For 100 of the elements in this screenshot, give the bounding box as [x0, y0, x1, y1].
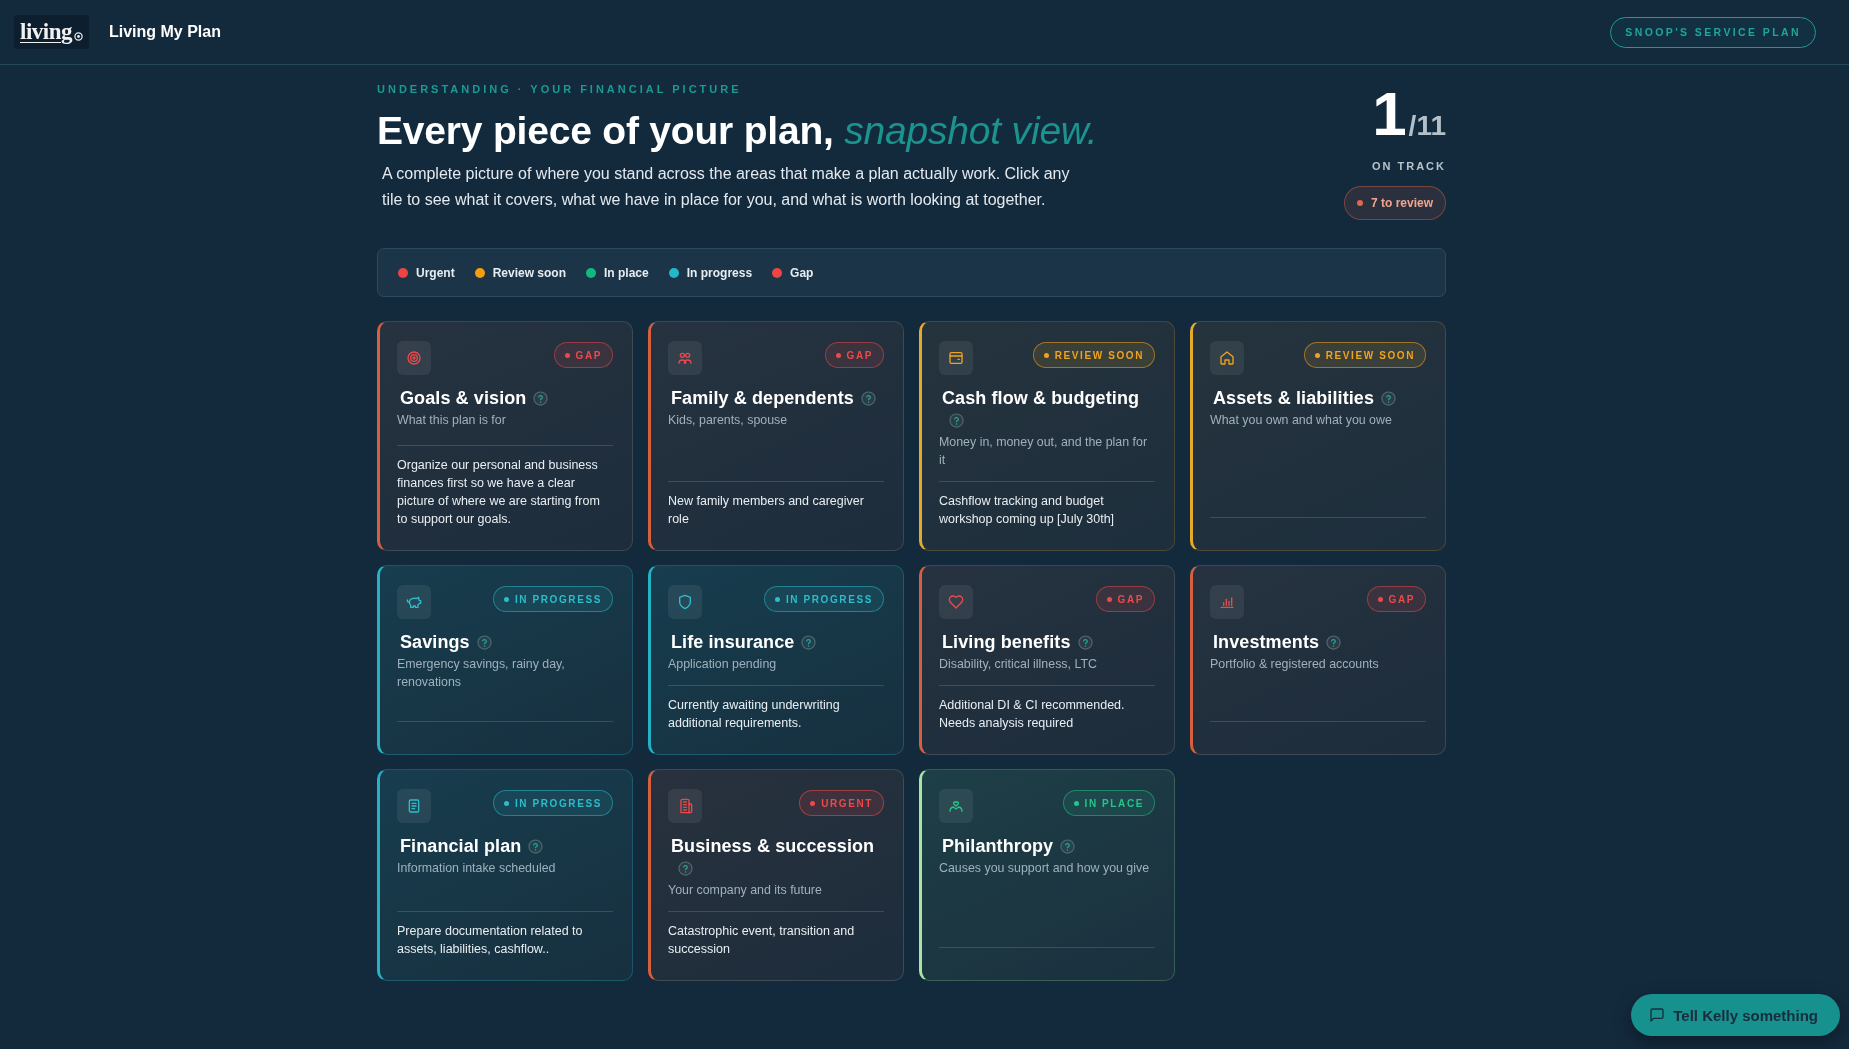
legend-label: Review soon — [492, 265, 567, 280]
tile-note: Cashflow tracking and budget workshop coming up [July 30th] — [939, 493, 1116, 528]
review-button[interactable]: 7 to review — [1343, 186, 1446, 220]
plan-tile[interactable]: REVIEW SOON Cash flow & budgeting Money in, money out, and the plan for it Cashflow tracking and budget workshop coming up [July 30th] — [919, 321, 1175, 551]
help-icon[interactable] — [1060, 839, 1076, 854]
target-icon — [397, 341, 431, 375]
help-icon[interactable] — [1381, 391, 1397, 406]
plan-tile[interactable]: IN PLACE Philanthropy Causes you support and how you give — [919, 769, 1175, 981]
legend-label: In place — [604, 265, 649, 280]
page-headline: Every piece of your plan, snapshot view. — [377, 108, 1098, 154]
house-icon — [1210, 341, 1244, 375]
status-label: URGENT — [821, 797, 873, 809]
tile-subtitle: Kids, parents, spouse — [668, 412, 789, 429]
shield-icon — [668, 585, 702, 619]
status-label: GAP — [1388, 593, 1415, 605]
status-dot-icon — [1314, 352, 1320, 358]
tile-note: Additional DI & CI recommended. Needs analysis required — [939, 697, 1126, 732]
status-dot-icon — [835, 352, 841, 358]
tile-subtitle: Information intake scheduled — [397, 860, 557, 877]
tile-title: Financial plan — [400, 836, 522, 856]
help-icon[interactable] — [949, 413, 964, 428]
status-dot-icon — [1377, 596, 1383, 602]
piggy-bank-icon — [397, 585, 431, 619]
tile-subtitle: What this plan is for — [397, 412, 507, 429]
document-icon — [397, 789, 431, 823]
help-icon[interactable] — [860, 391, 876, 406]
building-icon — [668, 789, 702, 823]
tile-title: Goals & vision — [400, 388, 527, 408]
tile-note: Currently awaiting underwriting additional requirements. — [668, 697, 841, 732]
status-label: IN PROGRESS — [514, 593, 602, 605]
plan-tile[interactable]: IN PROGRESS Financial plan Information intake scheduled Prepare documentation related to assets, liabilities, cashflow.. — [377, 769, 633, 981]
on-track-label: ON TRACK — [1371, 160, 1446, 172]
app-title: Living My Plan — [108, 23, 221, 41]
status-dot-icon — [1106, 596, 1112, 602]
tile-subtitle: Disability, critical illness, LTC — [939, 656, 1098, 673]
legend-label: In progress — [686, 265, 753, 280]
tile-title: Life insurance — [671, 632, 795, 652]
on-track-count: 1 — [1372, 86, 1407, 142]
tile-title: Investments — [1213, 632, 1320, 652]
tile-subtitle: Your company and its future — [668, 882, 823, 899]
status-label: REVIEW SOON — [1325, 349, 1415, 361]
status-dot-icon — [503, 800, 509, 806]
plan-tile[interactable]: IN PROGRESS Savings Emergency savings, rainy day, renovations — [377, 565, 633, 755]
people-icon — [668, 341, 702, 375]
plan-tile[interactable]: GAP Goals & vision What this plan is for Organize our personal and business finances first so we have a clear picture of where we are starting from to support our goals. — [377, 321, 633, 551]
plan-tile[interactable]: GAP Investments Portfolio & registered accounts — [1190, 565, 1446, 755]
status-label: IN PROGRESS — [514, 797, 602, 809]
tile-title: Cash flow & budgeting — [942, 388, 1140, 408]
tile-title: Family & dependents — [671, 388, 854, 408]
help-icon[interactable] — [476, 635, 492, 650]
tile-subtitle: Money in, money out, and the plan for it — [939, 434, 1148, 469]
help-icon[interactable] — [1326, 635, 1342, 650]
status-dot-icon — [503, 596, 509, 602]
tile-title: Living benefits — [942, 632, 1071, 652]
tile-subtitle: Application pending — [668, 656, 778, 673]
tile-subtitle: Causes you support and how you give — [939, 860, 1151, 877]
logo-text: living — [20, 19, 72, 45]
eyebrow-text: UNDERSTANDING · YOUR FINANCIAL PICTURE — [377, 82, 743, 96]
help-icon[interactable] — [801, 635, 817, 650]
tile-title: Business & succession — [671, 836, 875, 856]
logo-mark-icon — [73, 31, 83, 41]
feedback-button[interactable]: Tell Kelly something — [1631, 994, 1840, 1036]
tile-title: Philanthropy — [942, 836, 1054, 856]
total-count: /11 — [1408, 109, 1446, 143]
status-dot-icon — [1356, 200, 1363, 206]
plan-tile[interactable]: IN PROGRESS Life insurance Application pending Currently awaiting underwriting additional requirements. — [648, 565, 904, 755]
plan-tile[interactable]: REVIEW SOON Assets & liabilities What you own and what you owe — [1190, 321, 1446, 551]
plan-tile[interactable]: URGENT Business & succession Your company and its future Catastrophic event, transition and succession — [648, 769, 904, 981]
tile-title: Assets & liabilities — [1213, 388, 1375, 408]
help-icon[interactable] — [678, 861, 693, 876]
tile-note: New family members and caregiver role — [668, 493, 865, 528]
service-plan-button[interactable]: SNOOP'S SERVICE PLAN — [1610, 16, 1816, 48]
plan-tile[interactable]: GAP Family & dependents Kids, parents, spouse New family members and caregiver role — [648, 321, 904, 551]
logo[interactable]: living — [14, 15, 89, 49]
plan-tile[interactable]: GAP Living benefits Disability, critical illness, LTC Additional DI & CI recommended. Needs analysis required — [919, 565, 1175, 755]
status-label: IN PLACE — [1084, 797, 1144, 809]
status-dot-icon — [1073, 800, 1079, 806]
tile-note: Organize our personal and business finances first so we have a clear picture of where we are starting from to support our goals. — [397, 457, 601, 528]
status-dot-icon — [810, 800, 816, 806]
tile-subtitle: What you own and what you owe — [1210, 412, 1393, 429]
status-dot-icon — [564, 352, 570, 358]
heart-hands-icon — [939, 789, 973, 823]
status-label: GAP — [846, 349, 873, 361]
status-label: GAP — [575, 349, 602, 361]
status-dot-icon — [774, 596, 780, 602]
tile-note: Catastrophic event, transition and succession — [668, 923, 856, 958]
tile-subtitle: Emergency savings, rainy day, renovations — [397, 656, 566, 691]
intro-description: A complete picture of where you stand across the areas that make a plan actually work. Click any tile to see what it covers, what we have in place for you, and what is worth looking at together. — [382, 164, 1071, 210]
legend-label: Urgent — [416, 265, 455, 280]
legend-label: Gap — [790, 265, 814, 280]
status-label: GAP — [1117, 593, 1144, 605]
status-dot-icon — [1043, 352, 1049, 358]
bar-chart-icon — [1210, 585, 1244, 619]
help-icon[interactable] — [528, 839, 544, 854]
help-icon[interactable] — [1077, 635, 1093, 650]
status-label: REVIEW SOON — [1054, 349, 1144, 361]
tile-title: Savings — [400, 632, 470, 652]
tile-note: Prepare documentation related to assets, liabilities, cashflow.. — [397, 923, 584, 958]
tile-subtitle: Portfolio & registered accounts — [1210, 656, 1380, 673]
help-icon[interactable] — [533, 391, 549, 406]
